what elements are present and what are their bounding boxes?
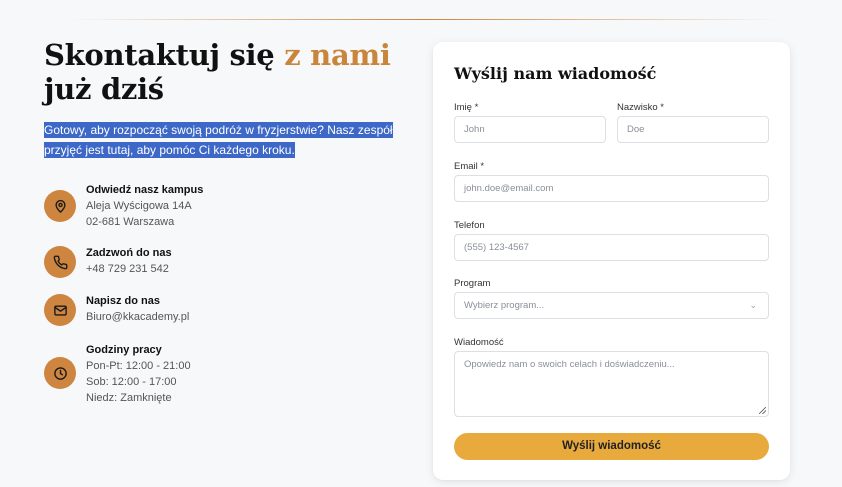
contact-title: Napisz do nas: [86, 295, 160, 307]
intro-text: Gotowy, aby rozpocząć swoją podróż w fry…: [44, 120, 404, 160]
last-name-label: Nazwisko *: [617, 102, 664, 113]
title-accent: z nami: [284, 38, 391, 72]
first-name-input[interactable]: John: [454, 116, 606, 143]
mail-icon: [44, 294, 76, 326]
message-label: Wiadomość: [454, 337, 504, 348]
contact-line: Niedz: Zamknięte: [86, 392, 172, 404]
program-select[interactable]: Wybierz program... ⌄: [454, 292, 769, 319]
contact-line: +48 729 231 542: [86, 263, 169, 275]
submit-button[interactable]: Wyślij wiadomość: [454, 433, 769, 460]
contact-title: Zadzwoń do nas: [86, 247, 172, 259]
clock-icon: [44, 357, 76, 389]
contact-line: Pon-Pt: 12:00 - 21:00: [86, 360, 191, 372]
contact-item-hours: Godziny pracy Pon-Pt: 12:00 - 21:00 Sob:…: [44, 342, 404, 406]
contact-intro: Skontaktuj się z nami już dziś Gotowy, a…: [44, 38, 404, 160]
contact-title: Odwiedź nasz kampus: [86, 184, 204, 196]
first-name-label: Imię *: [454, 102, 479, 113]
message-placeholder: Opowiedz nam o swoich celach i doświadcz…: [464, 359, 675, 370]
contact-line: 02-681 Warszawa: [86, 216, 175, 228]
phone-field[interactable]: (555) 123-4567: [454, 234, 769, 261]
program-select-value: Wybierz program...: [464, 300, 545, 311]
page-title: Skontaktuj się z nami już dziś: [44, 38, 391, 106]
resize-handle[interactable]: [759, 407, 766, 414]
message-textarea[interactable]: Opowiedz nam o swoich celach i doświadcz…: [454, 351, 769, 417]
contact-item-campus: Odwiedź nasz kampus Aleja Wyścigowa 14A …: [44, 182, 404, 230]
top-divider: [70, 19, 780, 20]
email-field[interactable]: john.doe@email.com: [454, 175, 769, 202]
contact-item-email: Napisz do nas Biuro@kkacademy.pl: [44, 293, 404, 326]
contact-title: Godziny pracy: [86, 344, 162, 356]
selected-text: Gotowy, aby rozpocząć swoją podróż w fry…: [44, 122, 393, 158]
program-label: Program: [454, 278, 491, 289]
chevron-down-icon: ⌄: [749, 300, 757, 310]
phone-icon: [44, 246, 76, 278]
contact-line: Sob: 12:00 - 17:00: [86, 376, 177, 388]
contact-line: Aleja Wyścigowa 14A: [86, 200, 192, 212]
form-title: Wyślij nam wiadomość: [454, 64, 657, 83]
phone-label: Telefon: [454, 220, 485, 231]
contact-form-card: Wyślij nam wiadomość Imię * John Nazwisk…: [433, 42, 790, 480]
email-label: Email *: [454, 161, 485, 172]
map-pin-icon: [44, 190, 76, 222]
contact-item-phone: Zadzwoń do nas +48 729 231 542: [44, 245, 404, 278]
contact-email[interactable]: Biuro@kkacademy.pl: [86, 309, 189, 325]
last-name-input[interactable]: Doe: [617, 116, 769, 143]
